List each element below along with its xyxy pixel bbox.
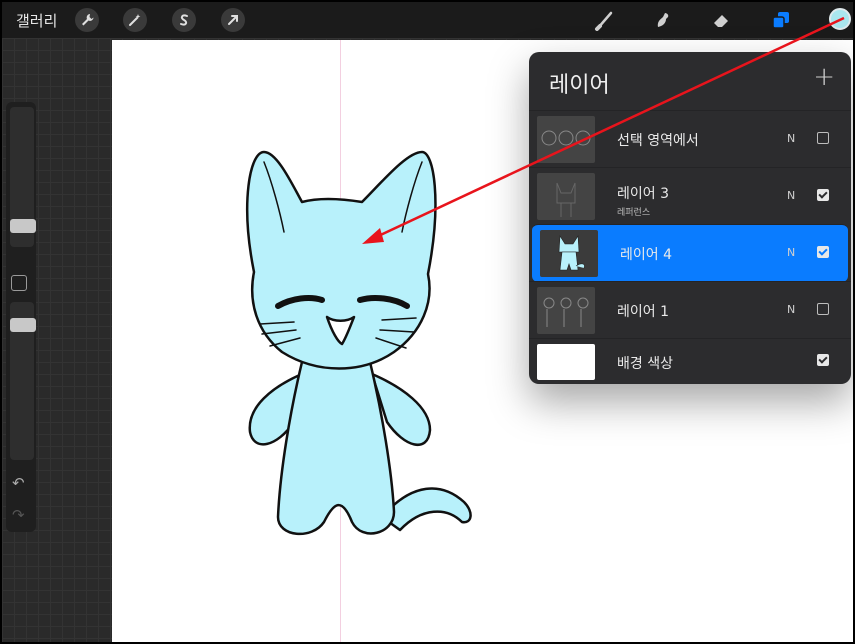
visibility-checkbox[interactable] [817,189,829,201]
layer-thumbnail [537,287,595,334]
visibility-checkbox[interactable] [817,354,829,366]
eraser-button[interactable] [708,8,734,32]
background-color-row[interactable]: 배경 색상 [529,338,851,385]
adjustments-button[interactable] [123,8,147,32]
layers-button[interactable] [768,8,794,32]
panel-title: 레이어 [549,73,610,98]
modify-button[interactable] [11,275,27,291]
transform-arrow-icon [228,15,238,25]
app-frame: 갤러리 ↶ ↷ 레이어 + 선택 영역에서 N 레이어 3 레퍼런스 N 레이어… [0,0,855,644]
selection-button[interactable] [172,8,196,32]
eraser-icon [714,15,728,27]
top-toolbar: 갤러리 [2,2,853,38]
layer-row[interactable]: 레이어 1 N [529,281,851,339]
layers-panel: 레이어 + 선택 영역에서 N 레이어 3 레퍼런스 N 레이어 4 N 레이어… [529,52,851,384]
brush-icon [595,11,613,31]
layers-icon [772,12,789,29]
visibility-checkbox[interactable] [817,132,829,144]
wrench-icon [82,14,94,26]
opacity-slider[interactable] [10,302,36,460]
blend-mode[interactable]: N [787,303,795,316]
blend-mode[interactable]: N [787,132,795,145]
visibility-checkbox[interactable] [817,303,829,315]
layer-name: 레이어 1 [617,304,669,320]
blend-mode[interactable]: N [787,189,795,202]
layer-subtitle: 레퍼런스 [617,208,651,218]
layer-name: 레이어 3 [617,186,669,202]
layer-thumbnail [537,116,595,163]
layer-row-active[interactable]: 레이어 4 N [532,224,848,282]
transform-button[interactable] [221,8,245,32]
layer-name: 선택 영역에서 [617,133,699,149]
brush-button[interactable] [592,8,618,32]
brush-size-slider[interactable] [10,107,36,247]
background-layer-name: 배경 색상 [617,356,673,372]
visibility-checkbox[interactable] [817,246,829,258]
magic-wand-icon [129,14,141,26]
gallery-button[interactable]: 갤러리 [16,10,57,31]
background-swatch [537,344,595,380]
color-swatch[interactable] [829,8,851,30]
smudge-icon [657,13,669,27]
undo-icon[interactable]: ↶ [12,474,25,492]
layer-row[interactable]: 선택 영역에서 N [529,110,851,168]
opacity-knob[interactable] [10,318,36,332]
selection-icon [180,14,188,26]
layer-thumbnail [537,173,595,220]
redo-icon[interactable]: ↷ [12,506,25,524]
layer-row[interactable]: 레이어 3 레퍼런스 N [529,167,851,225]
blend-mode[interactable]: N [787,246,795,259]
layer-name: 레이어 4 [620,247,672,263]
add-layer-button[interactable]: + [813,62,835,92]
left-sidebar: ↶ ↷ [6,102,36,532]
brush-size-knob[interactable] [10,219,36,233]
smudge-button[interactable] [650,8,676,32]
layer-thumbnail [540,230,598,277]
actions-button[interactable] [75,8,99,32]
